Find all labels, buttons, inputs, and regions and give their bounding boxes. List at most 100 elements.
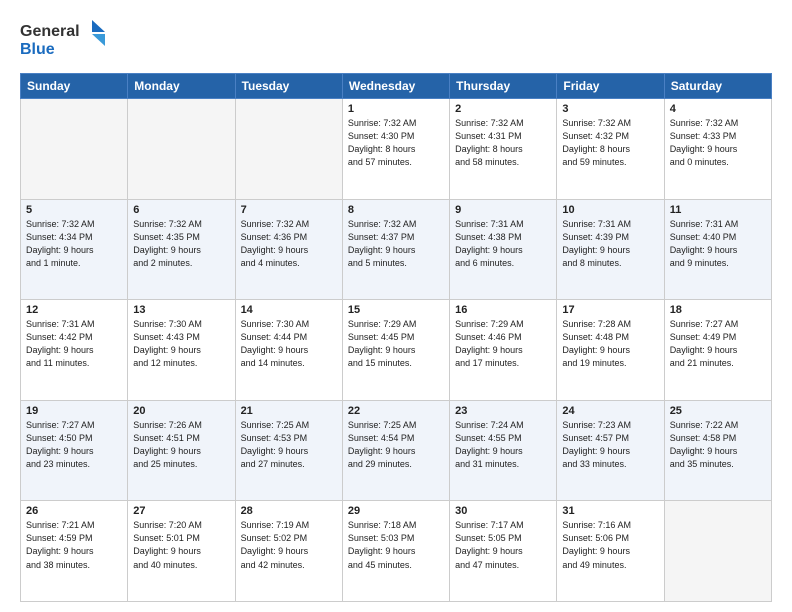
day-info: Sunrise: 7:16 AM Sunset: 5:06 PM Dayligh… [562,519,658,571]
week-row-1: 1 Sunrise: 7:32 AM Sunset: 4:30 PM Daylig… [21,99,772,200]
day-number: 24 [562,405,658,417]
day-info: Sunrise: 7:27 AM Sunset: 4:49 PM Dayligh… [670,318,766,370]
calendar-cell: 27Sunrise: 7:20 AM Sunset: 5:01 PM Dayli… [128,501,235,602]
calendar-cell: 12 Sunrise: 7:31 AM Sunset: 4:42 PM Dayli… [21,300,128,401]
day-info: Sunrise: 7:29 AM Sunset: 4:45 PM Dayligh… [348,318,444,370]
calendar-cell: 24Sunrise: 7:23 AM Sunset: 4:57 PM Dayli… [557,400,664,501]
day-number: 10 [562,204,658,216]
header: General Blue [20,18,772,65]
day-info: Sunrise: 7:32 AM Sunset: 4:31 PM Dayligh… [455,117,551,169]
day-number: 31 [562,505,658,517]
day-info: Sunrise: 7:22 AM Sunset: 4:58 PM Dayligh… [670,419,766,471]
day-info: Sunrise: 7:32 AM Sunset: 4:36 PM Dayligh… [241,218,337,270]
day-number: 18 [670,304,766,316]
calendar-cell: 20Sunrise: 7:26 AM Sunset: 4:51 PM Dayli… [128,400,235,501]
calendar-cell [664,501,771,602]
day-number: 17 [562,304,658,316]
day-number: 19 [26,405,122,417]
day-info: Sunrise: 7:31 AM Sunset: 4:42 PM Dayligh… [26,318,122,370]
day-info: Sunrise: 7:32 AM Sunset: 4:33 PM Dayligh… [670,117,766,169]
day-number: 21 [241,405,337,417]
weekday-header-sunday: Sunday [21,74,128,99]
calendar-cell: 6 Sunrise: 7:32 AM Sunset: 4:35 PM Daylig… [128,199,235,300]
week-row-5: 26Sunrise: 7:21 AM Sunset: 4:59 PM Dayli… [21,501,772,602]
day-info: Sunrise: 7:32 AM Sunset: 4:30 PM Dayligh… [348,117,444,169]
day-info: Sunrise: 7:19 AM Sunset: 5:02 PM Dayligh… [241,519,337,571]
day-info: Sunrise: 7:32 AM Sunset: 4:35 PM Dayligh… [133,218,229,270]
day-info: Sunrise: 7:25 AM Sunset: 4:54 PM Dayligh… [348,419,444,471]
calendar-cell: 30 Sunrise: 7:17 AM Sunset: 5:05 PM Dayli… [450,501,557,602]
week-row-4: 19Sunrise: 7:27 AM Sunset: 4:50 PM Dayli… [21,400,772,501]
calendar-cell [235,99,342,200]
calendar-cell: 5Sunrise: 7:32 AM Sunset: 4:34 PM Daylig… [21,199,128,300]
calendar-table: SundayMondayTuesdayWednesdayThursdayFrid… [20,73,772,602]
calendar-cell: 4 Sunrise: 7:32 AM Sunset: 4:33 PM Daylig… [664,99,771,200]
weekday-header-monday: Monday [128,74,235,99]
day-number: 28 [241,505,337,517]
day-number: 20 [133,405,229,417]
calendar-cell: 11Sunrise: 7:31 AM Sunset: 4:40 PM Dayli… [664,199,771,300]
day-info: Sunrise: 7:30 AM Sunset: 4:43 PM Dayligh… [133,318,229,370]
calendar-cell [128,99,235,200]
day-info: Sunrise: 7:31 AM Sunset: 4:39 PM Dayligh… [562,218,658,270]
day-number: 13 [133,304,229,316]
calendar-cell [21,99,128,200]
calendar-cell: 28 Sunrise: 7:19 AM Sunset: 5:02 PM Dayli… [235,501,342,602]
day-number: 26 [26,505,122,517]
calendar-cell: 21 Sunrise: 7:25 AM Sunset: 4:53 PM Dayli… [235,400,342,501]
calendar-cell: 3 Sunrise: 7:32 AM Sunset: 4:32 PM Daylig… [557,99,664,200]
day-info: Sunrise: 7:18 AM Sunset: 5:03 PM Dayligh… [348,519,444,571]
day-info: Sunrise: 7:32 AM Sunset: 4:37 PM Dayligh… [348,218,444,270]
logo: General Blue [20,18,110,65]
weekday-header-thursday: Thursday [450,74,557,99]
day-number: 14 [241,304,337,316]
calendar-cell: 31 Sunrise: 7:16 AM Sunset: 5:06 PM Dayli… [557,501,664,602]
day-info: Sunrise: 7:32 AM Sunset: 4:32 PM Dayligh… [562,117,658,169]
day-info: Sunrise: 7:29 AM Sunset: 4:46 PM Dayligh… [455,318,551,370]
calendar-cell: 1 Sunrise: 7:32 AM Sunset: 4:30 PM Daylig… [342,99,449,200]
weekday-header-row: SundayMondayTuesdayWednesdayThursdayFrid… [21,74,772,99]
week-row-2: 5Sunrise: 7:32 AM Sunset: 4:34 PM Daylig… [21,199,772,300]
day-number: 12 [26,304,122,316]
day-info: Sunrise: 7:25 AM Sunset: 4:53 PM Dayligh… [241,419,337,471]
svg-text:Blue: Blue [20,41,55,58]
calendar-cell: 7 Sunrise: 7:32 AM Sunset: 4:36 PM Daylig… [235,199,342,300]
week-row-3: 12 Sunrise: 7:31 AM Sunset: 4:42 PM Dayli… [21,300,772,401]
calendar-cell: 18 Sunrise: 7:27 AM Sunset: 4:49 PM Dayli… [664,300,771,401]
calendar-cell: 23 Sunrise: 7:24 AM Sunset: 4:55 PM Dayli… [450,400,557,501]
svg-text:General: General [20,23,80,40]
weekday-header-wednesday: Wednesday [342,74,449,99]
calendar-cell: 8 Sunrise: 7:32 AM Sunset: 4:37 PM Daylig… [342,199,449,300]
day-number: 23 [455,405,551,417]
day-info: Sunrise: 7:28 AM Sunset: 4:48 PM Dayligh… [562,318,658,370]
calendar-cell: 2Sunrise: 7:32 AM Sunset: 4:31 PM Daylig… [450,99,557,200]
day-info: Sunrise: 7:24 AM Sunset: 4:55 PM Dayligh… [455,419,551,471]
day-info: Sunrise: 7:20 AM Sunset: 5:01 PM Dayligh… [133,519,229,571]
calendar-cell: 10 Sunrise: 7:31 AM Sunset: 4:39 PM Dayli… [557,199,664,300]
page: General Blue SundayMondayTuesdayWednesda… [0,0,792,612]
day-number: 22 [348,405,444,417]
calendar-cell: 14 Sunrise: 7:30 AM Sunset: 4:44 PM Dayli… [235,300,342,401]
calendar-cell: 13 Sunrise: 7:30 AM Sunset: 4:43 PM Dayli… [128,300,235,401]
day-number: 15 [348,304,444,316]
logo-icon: General Blue [20,18,110,60]
calendar-cell: 19Sunrise: 7:27 AM Sunset: 4:50 PM Dayli… [21,400,128,501]
calendar-cell: 25 Sunrise: 7:22 AM Sunset: 4:58 PM Dayli… [664,400,771,501]
day-number: 5 [26,204,122,216]
day-number: 30 [455,505,551,517]
calendar-cell: 26Sunrise: 7:21 AM Sunset: 4:59 PM Dayli… [21,501,128,602]
day-number: 8 [348,204,444,216]
calendar-cell: 29 Sunrise: 7:18 AM Sunset: 5:03 PM Dayli… [342,501,449,602]
day-number: 6 [133,204,229,216]
day-number: 4 [670,103,766,115]
calendar-cell: 15 Sunrise: 7:29 AM Sunset: 4:45 PM Dayli… [342,300,449,401]
day-info: Sunrise: 7:30 AM Sunset: 4:44 PM Dayligh… [241,318,337,370]
calendar-cell: 22 Sunrise: 7:25 AM Sunset: 4:54 PM Dayli… [342,400,449,501]
day-number: 7 [241,204,337,216]
day-info: Sunrise: 7:17 AM Sunset: 5:05 PM Dayligh… [455,519,551,571]
day-number: 29 [348,505,444,517]
day-number: 3 [562,103,658,115]
day-number: 1 [348,103,444,115]
weekday-header-friday: Friday [557,74,664,99]
day-number: 25 [670,405,766,417]
